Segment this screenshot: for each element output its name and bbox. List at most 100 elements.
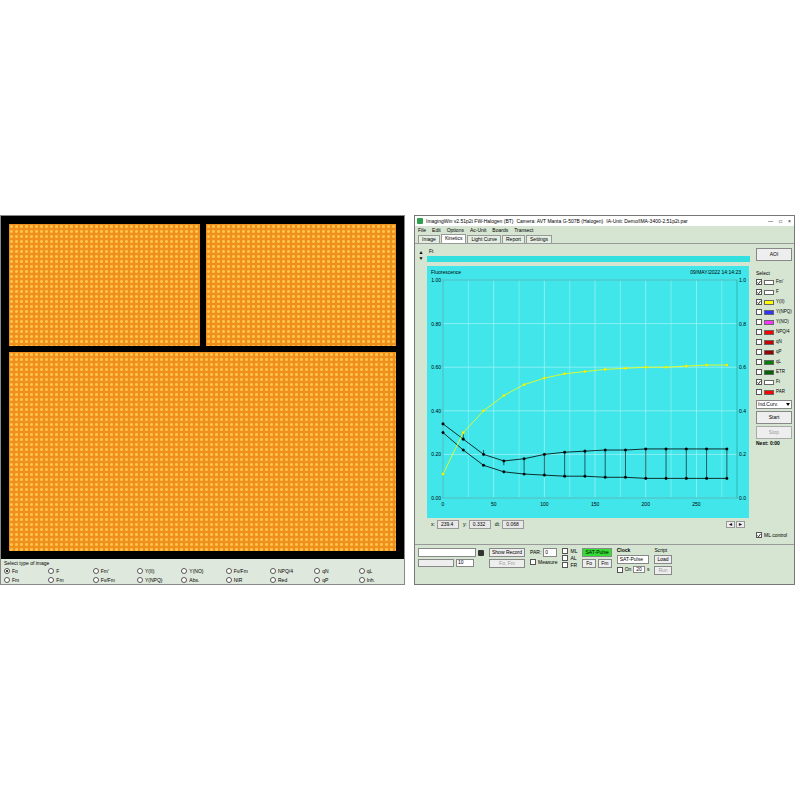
clock-interval[interactable]: 20 (633, 566, 645, 573)
count-field[interactable]: 10 (456, 559, 474, 567)
select-item[interactable]: ETR (756, 368, 785, 376)
select-item[interactable]: qL (756, 358, 781, 366)
radio-button[interactable] (48, 568, 54, 574)
light-check[interactable]: FR (562, 562, 577, 568)
record-field[interactable] (418, 548, 476, 557)
image-type-option[interactable]: Red (270, 577, 312, 583)
fm-button[interactable]: Fm (598, 559, 612, 568)
image-type-option[interactable]: NPQ/4 (270, 568, 312, 574)
image-type-option[interactable]: Inh. (359, 577, 401, 583)
select-item[interactable]: Y(NPQ) (756, 308, 792, 316)
menu-item[interactable]: Transect (514, 228, 533, 233)
radio-button[interactable] (314, 577, 320, 583)
menu-item[interactable]: File (418, 228, 426, 233)
window-button[interactable]: × (787, 219, 792, 224)
sat-pulse-button[interactable]: SAT-Pulse (582, 548, 611, 557)
image-type-option[interactable]: F (48, 568, 90, 574)
spin-arrow[interactable]: ▲ (419, 250, 424, 255)
image-type-option[interactable]: Y(II) (137, 568, 179, 574)
image-type-option[interactable]: Abs. (181, 577, 223, 583)
checkbox[interactable] (617, 567, 623, 573)
fo-button[interactable]: Fo (582, 559, 596, 568)
checkbox[interactable] (562, 555, 568, 561)
measure-row[interactable]: Measure (530, 559, 557, 565)
radio-button[interactable] (359, 568, 365, 574)
checkbox[interactable] (756, 349, 762, 355)
checkbox[interactable] (756, 299, 762, 305)
checkbox[interactable] (756, 289, 762, 295)
select-item[interactable]: qN (756, 338, 782, 346)
stop-button[interactable]: Stop (756, 426, 792, 439)
radio-button[interactable] (270, 577, 276, 583)
radio-button[interactable] (137, 568, 143, 574)
tab[interactable]: Image (418, 235, 440, 243)
image-type-option[interactable]: Fv/Fm (93, 577, 135, 583)
window-button[interactable]: □ (778, 219, 783, 224)
menu-item[interactable]: Ac-Unit (470, 228, 486, 233)
tab[interactable]: Light Curve (467, 235, 501, 243)
select-item[interactable]: F (756, 288, 779, 296)
save-icon[interactable] (478, 550, 484, 556)
select-item[interactable]: NPQ/4 (756, 328, 790, 336)
scroll-button[interactable]: ► (736, 521, 745, 528)
select-item[interactable]: Ft (756, 378, 780, 386)
checkbox[interactable] (756, 532, 762, 538)
radio-button[interactable] (48, 577, 54, 583)
image-type-option[interactable]: qL (359, 568, 401, 574)
checkbox[interactable] (756, 319, 762, 325)
checkbox[interactable] (756, 389, 762, 395)
checkbox[interactable] (756, 309, 762, 315)
tab[interactable]: Settings (526, 235, 552, 243)
checkbox[interactable] (756, 359, 762, 365)
window-button[interactable]: — (767, 219, 774, 224)
checkbox[interactable] (562, 548, 568, 554)
radio-button[interactable] (226, 577, 232, 583)
radio-button[interactable] (181, 577, 187, 583)
image-type-option[interactable]: Y(NPQ) (137, 577, 179, 583)
radio-button[interactable] (93, 568, 99, 574)
image-type-option[interactable]: qP (314, 577, 356, 583)
clock-mode[interactable]: SAT-Pulse (617, 555, 650, 564)
select-item[interactable]: Y(NO) (756, 318, 789, 326)
checkbox[interactable] (562, 562, 568, 568)
radio-button[interactable] (4, 568, 10, 574)
par-field[interactable]: 0 (543, 548, 557, 557)
menu-item[interactable]: Options (447, 228, 464, 233)
checkbox[interactable] (756, 369, 762, 375)
menu-item[interactable]: Boards (492, 228, 508, 233)
radio-button[interactable] (314, 568, 320, 574)
menu-item[interactable]: Edit (432, 228, 441, 233)
select-item[interactable]: Fm' (756, 278, 783, 286)
tab[interactable]: Kinetics (441, 234, 467, 243)
checkbox[interactable] (530, 559, 536, 565)
checkbox[interactable] (756, 279, 762, 285)
image-type-option[interactable]: Fm' (93, 568, 135, 574)
radio-button[interactable] (93, 577, 99, 583)
show-record-button[interactable]: Show Record (489, 548, 525, 557)
ml-control[interactable]: ML control (756, 532, 787, 538)
light-check[interactable]: AL (562, 555, 577, 561)
tab[interactable]: Report (502, 235, 525, 243)
scroll-button[interactable]: ◄ (726, 521, 735, 528)
radio-button[interactable] (181, 568, 187, 574)
image-type-option[interactable]: Y(NO) (181, 568, 223, 574)
select-item[interactable]: Y(II) (756, 298, 785, 306)
load-button[interactable]: Load (654, 555, 671, 564)
select-item[interactable]: qP (756, 348, 782, 356)
image-type-option[interactable]: Fv/Fm (226, 568, 268, 574)
image-type-option[interactable]: Fo (4, 568, 46, 574)
select-item[interactable]: PAR (756, 388, 785, 396)
radio-button[interactable] (359, 577, 365, 583)
image-type-option[interactable]: qN (314, 568, 356, 574)
radio-button[interactable] (270, 568, 276, 574)
curve-dropdown[interactable]: Ind.Curv. (756, 400, 792, 409)
radio-button[interactable] (4, 577, 10, 583)
radio-button[interactable] (137, 577, 143, 583)
fo-fm-button[interactable]: Fo, Fm (489, 559, 525, 568)
image-type-option[interactable]: Fm (48, 577, 90, 583)
start-button[interactable]: Start (756, 411, 792, 424)
checkbox[interactable] (756, 329, 762, 335)
image-type-option[interactable]: NIR (226, 577, 268, 583)
aoi-button[interactable]: AOI (756, 248, 792, 261)
image-type-option[interactable]: Fm (4, 577, 46, 583)
